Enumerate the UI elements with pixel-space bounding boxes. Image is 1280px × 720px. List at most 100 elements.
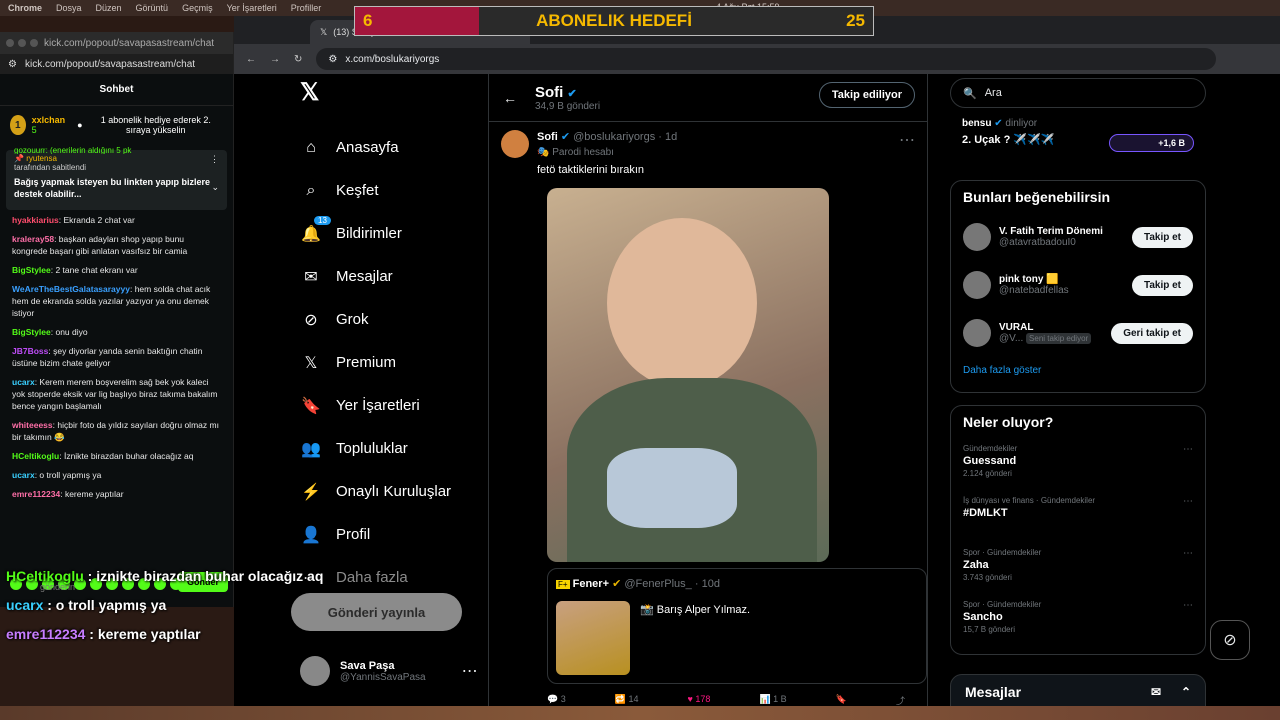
space-card[interactable]: bensu ✔ dinliyor 2. Uçak ? ✈️✈️✈️ +1,6 B xyxy=(950,108,1206,168)
suggestion-handle: @V... xyxy=(999,333,1024,344)
chat-username[interactable]: whiteeess xyxy=(12,420,53,430)
account-switcher[interactable]: Sava Paşa @YannisSavaPasa ⋯ xyxy=(300,656,478,686)
avatar[interactable] xyxy=(963,271,991,299)
trend-item[interactable]: Spor · Gündemdekiler Sancho 15,7 B gönderi… xyxy=(963,594,1193,646)
gift-user: xxlchan xyxy=(31,115,66,125)
address-bar[interactable]: ⚙ x.com/boslukariyorgs xyxy=(316,48,1217,70)
chat-text: : kereme yaptılar xyxy=(60,489,124,499)
space-suffix: dinliyor xyxy=(1005,118,1038,129)
suggestion-item[interactable]: VURAL @V... Seni takip ediyor Geri takip e… xyxy=(963,309,1193,357)
nav-item-x[interactable]: 𝕏 Premium xyxy=(286,341,486,384)
messages-drawer[interactable]: Mesajlar ✉ ⌃ xyxy=(950,674,1206,710)
more-icon[interactable]: ⋯ xyxy=(899,130,915,150)
quote-author[interactable]: Fener+ xyxy=(573,578,609,590)
search-box[interactable]: 🔍 Ara xyxy=(950,78,1206,108)
more-icon[interactable]: ⋯ xyxy=(1183,548,1193,559)
back-icon[interactable]: ← xyxy=(246,54,256,65)
tweet-author[interactable]: Sofi xyxy=(537,131,558,143)
zoom-dot[interactable] xyxy=(30,39,38,47)
follow-button[interactable]: Takip et xyxy=(1131,226,1193,248)
chat-url[interactable]: kick.com/popout/savapasastream/chat xyxy=(25,59,195,70)
trend-category: Gündemdekiler xyxy=(963,444,1018,453)
more-icon[interactable]: ⋯ xyxy=(462,661,478,681)
follows-you-badge: Seni takip ediyor xyxy=(1026,333,1092,344)
trend-item[interactable]: Spor · Gündemdekiler Zaha 3.743 gönderi ⋯ xyxy=(963,542,1193,594)
nav-item-bookmark[interactable]: 🔖 Yer İşaretleri xyxy=(286,384,486,427)
menu-view[interactable]: Görüntü xyxy=(136,3,169,13)
address-url[interactable]: x.com/boslukariyorgs xyxy=(345,54,439,65)
avatar[interactable] xyxy=(501,130,529,158)
more-icon[interactable]: ⋯ xyxy=(1183,496,1193,507)
menu-profiles[interactable]: Profiller xyxy=(291,3,322,13)
following-button[interactable]: Takip ediliyor xyxy=(818,82,915,108)
nav-item-grok[interactable]: ⊘ Grok xyxy=(286,298,486,341)
tweet-time[interactable]: 1d xyxy=(665,131,677,143)
quote-time[interactable]: 10d xyxy=(702,578,720,590)
chat-url-bar[interactable]: ⚙ kick.com/popout/savapasastream/chat xyxy=(0,54,233,74)
compose-message-icon[interactable]: ✉ xyxy=(1151,685,1161,699)
more-icon[interactable]: ⋯ xyxy=(1183,444,1193,455)
follow-button[interactable]: Takip et xyxy=(1131,274,1193,296)
chat-username[interactable]: ucarx xyxy=(12,377,35,387)
chat-username[interactable]: JB7Boss xyxy=(12,346,48,356)
more-icon[interactable]: ⋮ xyxy=(210,154,219,165)
expand-icon[interactable]: ⌃ xyxy=(1181,685,1191,699)
close-dot[interactable] xyxy=(6,39,14,47)
verified-icon: ✔ xyxy=(994,118,1003,129)
x-logo-icon[interactable]: 𝕏 xyxy=(300,78,486,108)
trend-item[interactable]: Gündemdekiler Guessand 2.124 gönderi ⋯ xyxy=(963,438,1193,490)
menu-app[interactable]: Chrome xyxy=(8,3,42,13)
quote-tweet[interactable]: F+ Fener+ ✔ @FenerPlus_ · 10d 📸 Barış Al… xyxy=(547,568,927,684)
account-name: Sava Paşa xyxy=(340,659,395,672)
site-info-icon[interactable]: ⚙ xyxy=(328,54,337,65)
menu-history[interactable]: Geçmiş xyxy=(182,3,213,13)
minimize-dot[interactable] xyxy=(18,39,26,47)
nav-item-home[interactable]: ⌂ Anasayfa xyxy=(286,126,486,169)
gift-leaderboard[interactable]: 1 xxlchan 5 ● 1 abonelik hediye ederek 2… xyxy=(0,106,233,144)
tweet-photo[interactable] xyxy=(547,188,829,562)
suggestion-item[interactable]: pink tony 🟨 @natebadfellas Takip et xyxy=(963,261,1193,309)
space-host: bensu xyxy=(962,118,992,129)
tweet-handle[interactable]: @boslukariyorgs xyxy=(573,131,655,143)
suggestion-item[interactable]: V. Fatih Terim Dönemi @atavratbadouI0 Taki… xyxy=(963,213,1193,261)
grok-fab-icon[interactable]: ⊘ xyxy=(1210,620,1250,660)
tune-icon[interactable]: ⚙ xyxy=(8,59,17,70)
show-more-link[interactable]: Daha fazla göster xyxy=(963,357,1193,384)
stream-background xyxy=(0,706,1280,720)
more-icon[interactable]: ⋯ xyxy=(1183,600,1193,611)
nav-item-people[interactable]: 👥 Topluluklar xyxy=(286,427,486,470)
child-face xyxy=(607,218,757,388)
back-arrow-icon[interactable]: ← xyxy=(503,90,517,106)
menu-file[interactable]: Dosya xyxy=(56,3,82,13)
chat-username[interactable]: HCeltikoglu xyxy=(12,451,59,461)
avatar[interactable] xyxy=(963,319,991,347)
menu-edit[interactable]: Düzen xyxy=(96,3,122,13)
chat-username[interactable]: BigStylee xyxy=(12,265,51,275)
chat-username[interactable]: WeAreTheBestGalatasarayyy xyxy=(12,284,130,294)
nav-item-bell[interactable]: 🔔 Bildirimler 13 xyxy=(286,212,486,255)
trend-item[interactable]: İş dünyası ve finans · Gündemdekiler #DML… xyxy=(963,490,1193,542)
nav-item-person[interactable]: 👤 Profil xyxy=(286,513,486,556)
avatar[interactable] xyxy=(963,223,991,251)
quote-photo[interactable] xyxy=(556,601,630,675)
nav-label: Yer İşaretleri xyxy=(336,397,420,414)
goal-target: 25 xyxy=(846,11,865,30)
pinned-message[interactable]: gozouurr: (enerilerin aldığını 5 pk 📌 ry… xyxy=(6,146,227,210)
chat-username[interactable]: BigStylee xyxy=(12,327,51,337)
menu-bookmarks[interactable]: Yer İşaretleri xyxy=(227,3,277,13)
nav-item-search[interactable]: ⌕ Keşfet xyxy=(286,169,486,212)
chat-username[interactable]: kraleray58 xyxy=(12,234,54,244)
chat-username[interactable]: hyakkiarius xyxy=(12,215,59,225)
chat-username[interactable]: emre112234 xyxy=(12,489,60,499)
tweet[interactable]: Sofi ✔ @boslukariyorgs · 1d 🎭 Parodi hes… xyxy=(489,122,927,715)
follow-button[interactable]: Geri takip et xyxy=(1111,322,1193,344)
quote-handle[interactable]: @FenerPlus_ xyxy=(624,578,691,590)
nav-item-bolt[interactable]: ⚡ Onaylı Kuruluşlar xyxy=(286,470,486,513)
forward-icon[interactable]: → xyxy=(270,54,280,65)
trend-count: 3.743 gönderi xyxy=(963,573,1012,582)
chat-username[interactable]: ucarx xyxy=(12,470,35,480)
chevron-down-icon[interactable]: ⌄ xyxy=(211,182,219,193)
profile-header: ← Sofi ✔ 34,9 B gönderi Takip ediliyor xyxy=(489,74,927,122)
nav-item-mail[interactable]: ✉ Mesajlar xyxy=(286,255,486,298)
reload-icon[interactable]: ↻ xyxy=(294,54,302,65)
